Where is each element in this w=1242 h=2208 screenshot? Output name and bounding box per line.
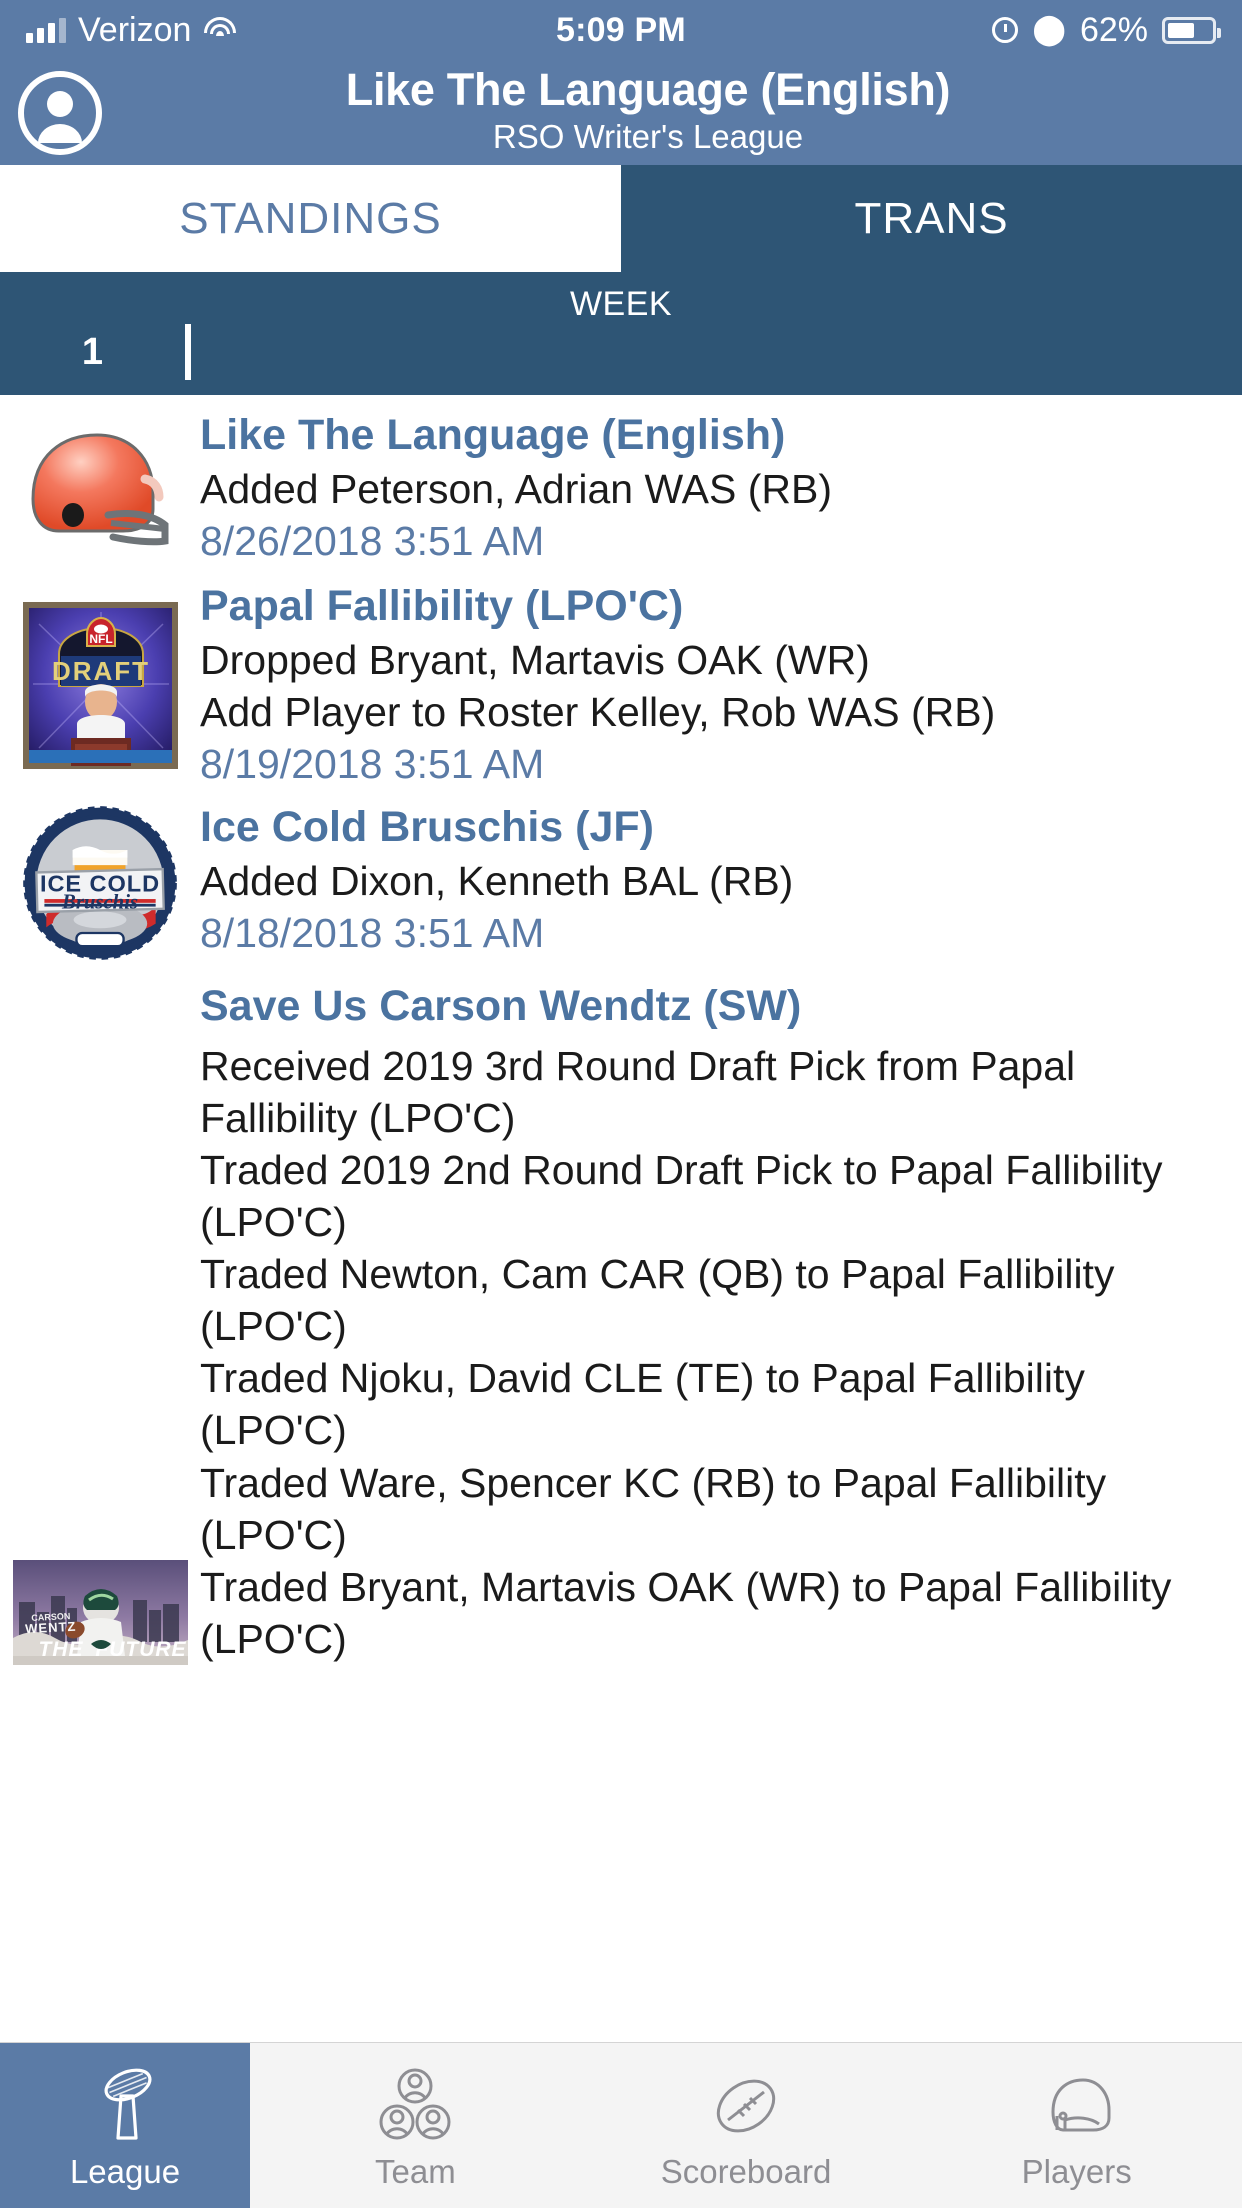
week-selected-value[interactable]: 1 xyxy=(0,331,185,374)
status-bar: Verizon 5:09 PM ⬤ 62% xyxy=(0,0,1242,60)
transactions-list[interactable]: Like The Language (English) Added Peters… xyxy=(0,395,1242,2042)
transaction-body: Like The Language (English) Added Peters… xyxy=(200,409,1242,568)
status-bar-right: ⬤ 62% xyxy=(992,10,1221,50)
transaction-body: Papal Fallibility (LPO'C) Dropped Bryant… xyxy=(200,580,1242,791)
bluetooth-icon: ⬤ xyxy=(1032,13,1066,46)
svg-text:NFL: NFL xyxy=(89,632,112,646)
page-title: Like The Language (English) xyxy=(345,64,951,116)
orange-football-helmet-logo xyxy=(30,433,168,545)
transaction-line: Added Dixon, Kenneth BAL (RB) xyxy=(200,858,794,905)
team-avatar: ICE COLD Bruschis xyxy=(0,801,200,966)
week-label: WEEK xyxy=(569,285,673,323)
team-name[interactable]: Ice Cold Bruschis (JF) xyxy=(200,801,1218,855)
week-divider xyxy=(185,324,191,380)
week-selector-bar: WEEK 1 xyxy=(0,275,1242,395)
team-avatar: NFL DRAFT xyxy=(0,580,200,791)
transaction-line: Traded Bryant, Martavis OAK (WR) to Papa… xyxy=(200,1563,1172,1662)
segmented-tabs: STANDINGS TRANS xyxy=(0,165,1242,275)
tab-league[interactable]: League xyxy=(0,2043,250,2208)
transaction-line: Received 2019 3rd Round Draft Pick from … xyxy=(200,1043,1076,1142)
carson-wentz-the-future-photo: CARSON WENTZ THE FUTURE xyxy=(12,1559,188,1665)
tab-players[interactable]: Players xyxy=(911,2043,1242,2208)
svg-text:Bruschis: Bruschis xyxy=(60,892,137,914)
alarm-icon xyxy=(992,17,1019,43)
table-row[interactable]: Like The Language (English) Added Peters… xyxy=(0,395,1242,568)
tab-team[interactable]: Team xyxy=(250,2043,581,2208)
transaction-line: Add Player to Roster Kelley, Rob WAS (RB… xyxy=(200,688,996,735)
table-row[interactable]: ICE COLD Bruschis Ice Cold Bruschis (JF)… xyxy=(0,801,1242,966)
transaction-date: 8/26/2018 3:51 AM xyxy=(200,517,545,564)
signal-bars-icon xyxy=(26,17,66,43)
svg-text:FUTURE: FUTURE xyxy=(95,1638,186,1661)
trophy-icon xyxy=(88,2063,162,2149)
tab-trans[interactable]: TRANS xyxy=(621,165,1242,272)
nav-header: Like The Language (English) RSO Writer's… xyxy=(0,60,1242,165)
app-root: Verizon 5:09 PM ⬤ 62% Like The Language … xyxy=(0,0,1242,2208)
wifi-icon xyxy=(203,17,237,43)
transaction-line: Traded Njoku, David CLE (TE) to Papal Fa… xyxy=(200,1355,1085,1454)
transaction-body: Ice Cold Bruschis (JF) Added Dixon, Kenn… xyxy=(200,801,1242,966)
nav-title-group: Like The Language (English) RSO Writer's… xyxy=(72,67,1224,157)
svg-text:WENTZ: WENTZ xyxy=(24,1618,76,1636)
carrier-label: Verizon xyxy=(78,10,192,49)
week-picker-row[interactable]: 1 xyxy=(0,324,1242,380)
svg-text:THE: THE xyxy=(38,1638,83,1661)
svg-text:DRAFT: DRAFT xyxy=(51,656,149,686)
helmet-icon xyxy=(1035,2063,1119,2149)
battery-percent-label: 62% xyxy=(1079,10,1148,49)
ice-cold-bruschis-bottlecap-logo: ICE COLD Bruschis xyxy=(22,806,177,961)
table-row[interactable]: CARSON WENTZ THE FUTURE Save Us Carson W… xyxy=(0,980,1242,1665)
transaction-line: Traded 2019 2nd Round Draft Pick to Papa… xyxy=(200,1147,1163,1246)
transaction-date: 8/18/2018 3:51 AM xyxy=(200,910,545,957)
tab-scoreboard[interactable]: Scoreboard xyxy=(581,2043,912,2208)
football-icon xyxy=(704,2063,788,2149)
bottom-tab-bar: League Team Scoreboard Players xyxy=(0,2042,1242,2208)
tab-standings[interactable]: STANDINGS xyxy=(0,165,621,272)
team-name[interactable]: Save Us Carson Wendtz (SW) xyxy=(200,980,1218,1034)
people-group-icon xyxy=(375,2063,455,2149)
table-row[interactable]: NFL DRAFT Papal Fallibility (LPO'C) Drop… xyxy=(0,580,1242,791)
team-name[interactable]: Like The Language (English) xyxy=(200,409,1218,463)
transaction-date: 8/19/2018 3:51 AM xyxy=(200,740,545,787)
transaction-line: Traded Ware, Spencer KC (RB) to Papal Fa… xyxy=(200,1459,1107,1558)
battery-icon xyxy=(1162,16,1221,44)
team-avatar: CARSON WENTZ THE FUTURE xyxy=(0,980,200,1665)
tab-team-label: Team xyxy=(374,2153,456,2190)
team-avatar xyxy=(0,409,200,568)
tab-players-label: Players xyxy=(1021,2153,1132,2190)
page-subtitle: RSO Writer's League xyxy=(492,118,804,156)
nfl-draft-pope-podium-photo: NFL DRAFT xyxy=(22,602,178,770)
transaction-body: Save Us Carson Wendtz (SW) Received 2019… xyxy=(200,980,1242,1665)
tab-league-label: League xyxy=(69,2153,181,2190)
tab-scoreboard-label: Scoreboard xyxy=(660,2153,832,2190)
status-bar-left: Verizon xyxy=(26,11,237,50)
transaction-line: Dropped Bryant, Martavis OAK (WR) xyxy=(200,636,870,683)
transaction-line: Traded Newton, Cam CAR (QB) to Papal Fal… xyxy=(200,1251,1115,1350)
transaction-line: Added Peterson, Adrian WAS (RB) xyxy=(200,465,832,512)
team-name[interactable]: Papal Fallibility (LPO'C) xyxy=(200,580,1218,634)
